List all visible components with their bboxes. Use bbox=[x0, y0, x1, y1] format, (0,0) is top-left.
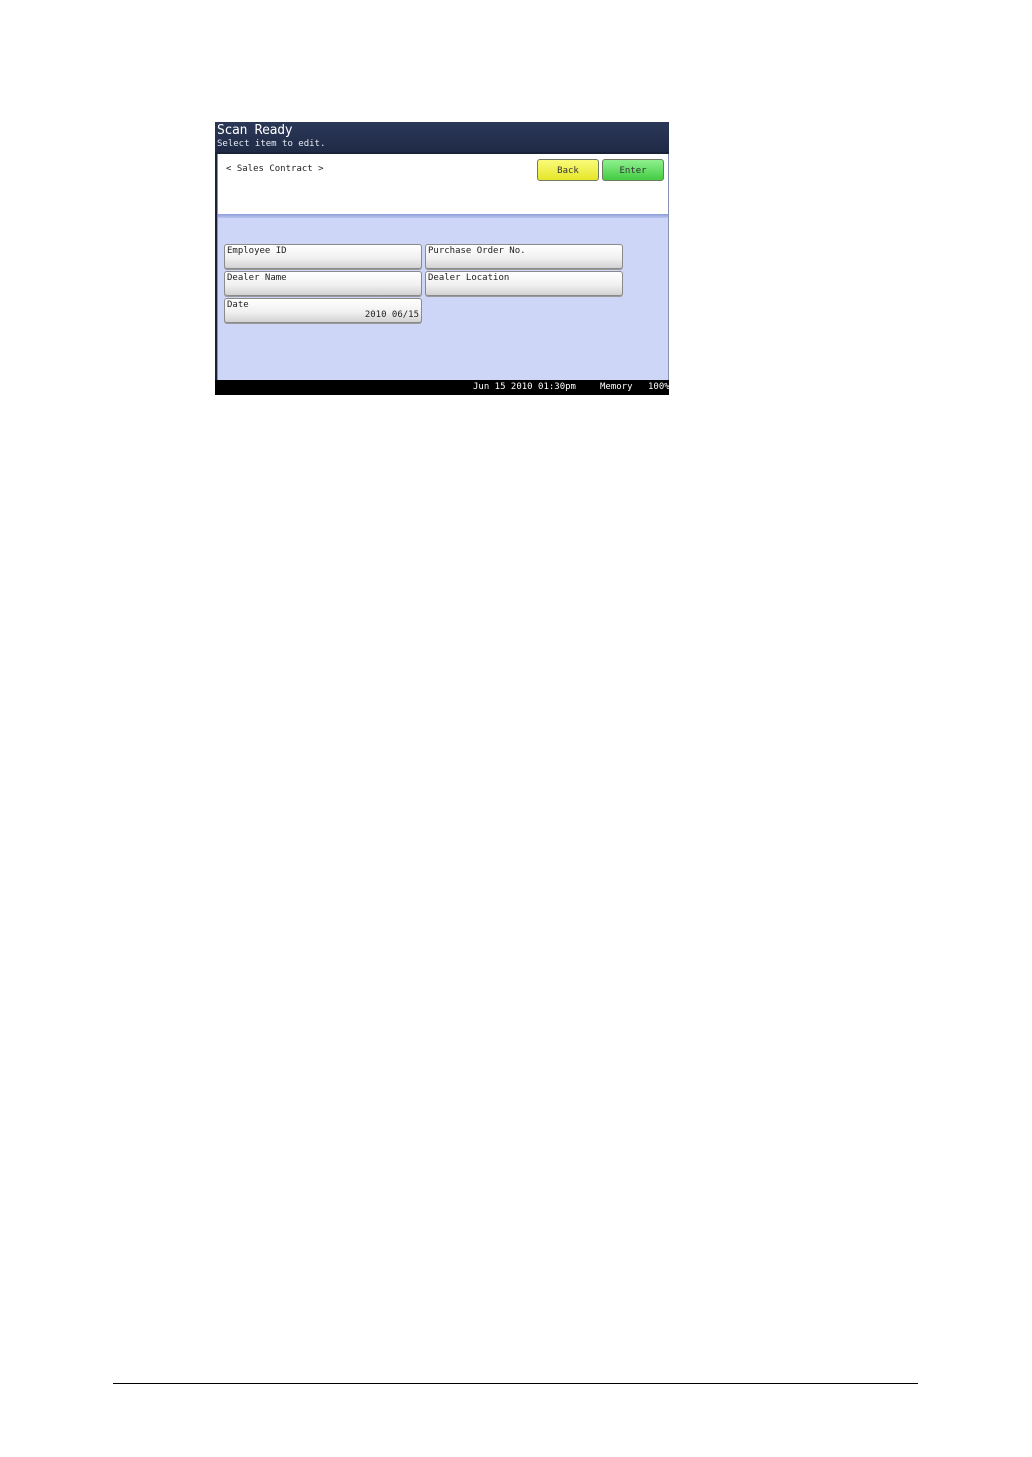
field-value: 2010 06/15 bbox=[364, 310, 419, 320]
field-button-dealer-name[interactable]: Dealer Name bbox=[224, 271, 422, 296]
memory-label: Memory bbox=[600, 382, 633, 392]
field-label: Dealer Location bbox=[428, 273, 510, 283]
enter-button[interactable]: Enter bbox=[602, 159, 664, 181]
scanner-touch-screen: Scan Ready Select item to edit. < Sales … bbox=[215, 122, 669, 395]
field-label: Dealer Name bbox=[227, 273, 287, 283]
panel-header: < Sales Contract > Back Enter bbox=[218, 154, 668, 214]
field-button-employee-id[interactable]: Employee ID bbox=[224, 244, 422, 269]
field-label: Purchase Order No. bbox=[428, 246, 526, 256]
field-label: Date bbox=[227, 300, 249, 310]
field-button-purchase-order-no[interactable]: Purchase Order No. bbox=[425, 244, 623, 269]
back-button[interactable]: Back bbox=[537, 159, 599, 181]
field-label: Employee ID bbox=[227, 246, 287, 256]
main-panel: < Sales Contract > Back Enter Employee I… bbox=[217, 154, 669, 380]
field-button-date[interactable]: Date 2010 06/15 bbox=[224, 298, 422, 323]
status-bar: Jun 15 2010 01:30pm Memory 100% bbox=[215, 380, 669, 395]
header-divider bbox=[218, 214, 668, 218]
page-footer-rule bbox=[113, 1383, 918, 1384]
memory-value: 100% bbox=[648, 382, 669, 392]
field-button-dealer-location[interactable]: Dealer Location bbox=[425, 271, 623, 296]
document-name: < Sales Contract > bbox=[226, 164, 324, 174]
screen-title: Scan Ready bbox=[217, 123, 293, 138]
title-bar: Scan Ready Select item to edit. bbox=[215, 122, 669, 152]
screen-instruction: Select item to edit. bbox=[217, 139, 326, 149]
status-datetime: Jun 15 2010 01:30pm bbox=[473, 382, 576, 392]
